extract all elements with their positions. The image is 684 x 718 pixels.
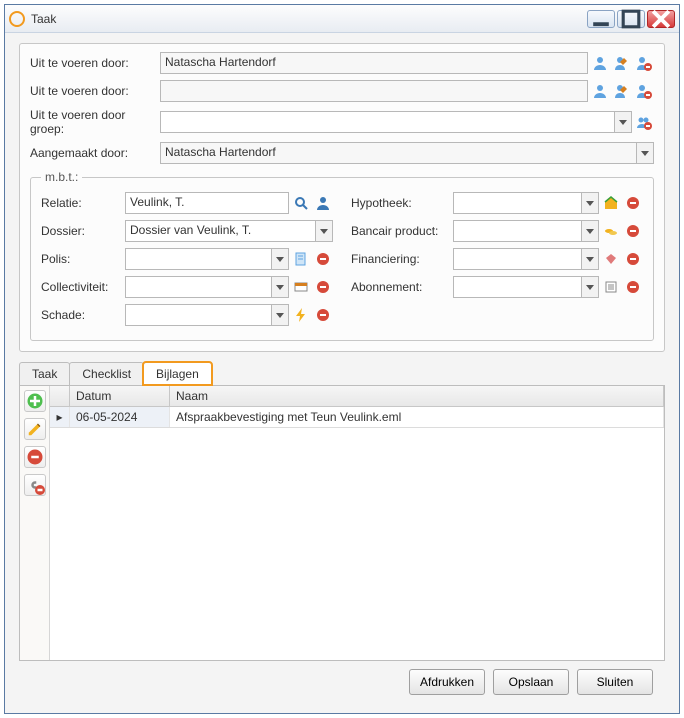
- cell-naam: Afspraakbevestiging met Teun Veulink.eml: [170, 407, 664, 427]
- created-by-label: Aangemaakt door:: [30, 146, 160, 160]
- user-pick-icon[interactable]: [590, 53, 610, 73]
- remove-icon[interactable]: [313, 305, 333, 325]
- user-pick-icon[interactable]: [590, 81, 610, 101]
- dossier-label: Dossier:: [41, 224, 125, 238]
- print-button[interactable]: Afdrukken: [409, 669, 485, 695]
- close-button[interactable]: Sluiten: [577, 669, 653, 695]
- edit-button[interactable]: [24, 418, 46, 440]
- hypotheek-label: Hypotheek:: [351, 196, 453, 210]
- user-remove-icon[interactable]: [634, 81, 654, 101]
- dossier-combo[interactable]: Dossier van Veulink, T.: [125, 220, 333, 242]
- user-edit-icon[interactable]: [612, 81, 632, 101]
- exec-group-combo[interactable]: [160, 111, 632, 133]
- tabstrip: Taak Checklist Bijlagen: [19, 362, 665, 386]
- minimize-button[interactable]: [587, 10, 615, 28]
- chevron-down-icon[interactable]: [614, 111, 632, 133]
- remove-icon[interactable]: [623, 249, 643, 269]
- abonnement-label: Abonnement:: [351, 280, 453, 294]
- save-button[interactable]: Opslaan: [493, 669, 569, 695]
- lightning-icon[interactable]: [291, 305, 311, 325]
- attachments-grid: Datum Naam ▸ 06-05-2024 Afspraakbevestig…: [50, 386, 664, 660]
- task-window: Taak Uit te voeren door: Natascha Harten…: [4, 4, 680, 714]
- remove-icon[interactable]: [313, 277, 333, 297]
- chevron-down-icon: [636, 142, 654, 164]
- exec-by-field[interactable]: Natascha Hartendorf: [160, 52, 588, 74]
- remove-icon[interactable]: [623, 193, 643, 213]
- bancair-combo[interactable]: [453, 220, 599, 242]
- document-icon[interactable]: [291, 249, 311, 269]
- relatie-label: Relatie:: [41, 196, 125, 210]
- person-icon[interactable]: [313, 193, 333, 213]
- bancair-label: Bancair product:: [351, 224, 453, 238]
- footer: Afdrukken Opslaan Sluiten: [19, 661, 665, 703]
- maximize-button[interactable]: [617, 10, 645, 28]
- col-datum[interactable]: Datum: [70, 386, 170, 406]
- mbt-legend: m.b.t.:: [41, 170, 82, 184]
- close-window-button[interactable]: [647, 10, 675, 28]
- bijlagen-panel: Datum Naam ▸ 06-05-2024 Afspraakbevestig…: [19, 386, 665, 661]
- collectiviteit-combo[interactable]: [125, 276, 289, 298]
- chevron-down-icon[interactable]: [581, 276, 599, 298]
- abonnement-combo[interactable]: [453, 276, 599, 298]
- schade-label: Schade:: [41, 308, 125, 322]
- exec-by2-label: Uit te voeren door:: [30, 84, 160, 98]
- polis-combo[interactable]: [125, 248, 289, 270]
- cell-datum: 06-05-2024: [70, 407, 170, 427]
- user-edit-icon[interactable]: [612, 53, 632, 73]
- mbt-fieldset: m.b.t.: Relatie: Veulink, T. Doss: [30, 170, 654, 341]
- exec-group-label: Uit te voeren door groep:: [30, 108, 160, 136]
- window-title: Taak: [31, 12, 587, 26]
- chevron-down-icon[interactable]: [271, 276, 289, 298]
- search-icon[interactable]: [291, 193, 311, 213]
- remove-icon[interactable]: [313, 249, 333, 269]
- user-remove-icon[interactable]: [634, 53, 654, 73]
- chevron-down-icon[interactable]: [581, 248, 599, 270]
- tab-bijlagen[interactable]: Bijlagen: [143, 362, 212, 385]
- card-icon[interactable]: [291, 277, 311, 297]
- chevron-down-icon[interactable]: [581, 192, 599, 214]
- list-icon[interactable]: [601, 277, 621, 297]
- coins-icon[interactable]: [601, 221, 621, 241]
- table-row[interactable]: ▸ 06-05-2024 Afspraakbevestiging met Teu…: [50, 407, 664, 428]
- attachments-toolbar: [20, 386, 50, 660]
- chevron-down-icon[interactable]: [315, 220, 333, 242]
- diamond-icon[interactable]: [601, 249, 621, 269]
- exec-by2-field[interactable]: [160, 80, 588, 102]
- col-naam[interactable]: Naam: [170, 386, 664, 406]
- schade-combo[interactable]: [125, 304, 289, 326]
- tab-checklist[interactable]: Checklist: [69, 362, 144, 385]
- collectiviteit-label: Collectiviteit:: [41, 280, 125, 294]
- chevron-down-icon[interactable]: [271, 248, 289, 270]
- relatie-field[interactable]: Veulink, T.: [125, 192, 289, 214]
- chevron-down-icon[interactable]: [271, 304, 289, 326]
- financiering-label: Financiering:: [351, 252, 453, 266]
- row-marker-icon: ▸: [50, 407, 70, 427]
- exec-by-label: Uit te voeren door:: [30, 56, 160, 70]
- remove-icon[interactable]: [623, 277, 643, 297]
- titlebar: Taak: [5, 5, 679, 33]
- tab-taak[interactable]: Taak: [19, 362, 70, 385]
- header-panel: Uit te voeren door: Natascha Hartendorf …: [19, 43, 665, 352]
- delete-button[interactable]: [24, 446, 46, 468]
- app-icon: [9, 11, 25, 27]
- remove-icon[interactable]: [623, 221, 643, 241]
- hypotheek-combo[interactable]: [453, 192, 599, 214]
- house-icon[interactable]: [601, 193, 621, 213]
- grid-selector-header: [50, 386, 70, 406]
- add-button[interactable]: [24, 390, 46, 412]
- chevron-down-icon[interactable]: [581, 220, 599, 242]
- polis-label: Polis:: [41, 252, 125, 266]
- financiering-combo[interactable]: [453, 248, 599, 270]
- group-remove-icon[interactable]: [634, 112, 654, 132]
- unlink-button[interactable]: [24, 474, 46, 496]
- created-by-combo: Natascha Hartendorf: [160, 142, 654, 164]
